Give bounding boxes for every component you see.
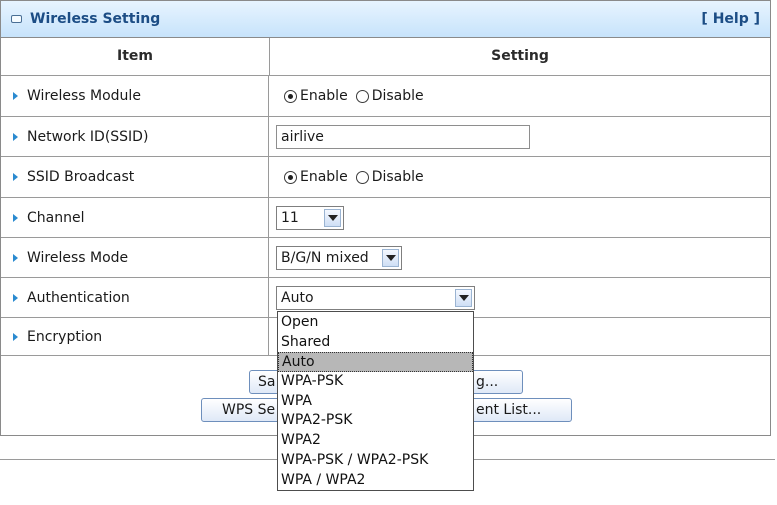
ssid-label-cell: Network ID(SSID) [1,117,269,156]
authentication-option[interactable]: Open [278,313,473,333]
bullet-arrow-icon [13,173,18,181]
column-headers: Item Setting [1,38,770,76]
authentication-dropdown-list[interactable]: Open Shared Auto WPA-PSK WPA WPA2-PSK WPA2 WPA-… [277,311,474,491]
ssid-setting: airlive [276,117,530,156]
authentication-option[interactable]: Shared [278,333,473,353]
radio-selected-dot [288,93,293,99]
channel-select[interactable]: 11 [276,205,344,230]
ssid-broadcast-disable-radio[interactable] [355,170,369,184]
wireless-mode-label: Wireless Mode [27,249,129,266]
wireless-module-label-cell: Wireless Module [1,76,269,116]
wireless-module-disable-label: Disable [371,88,424,104]
bullet-arrow-icon [13,293,18,302]
ssid-broadcast-setting: Enable Disable [276,157,424,197]
bullet-arrow-icon [13,332,18,341]
ssid-broadcast-disable-label: Disable [371,169,424,185]
authentication-label-cell: Authentication [1,278,269,317]
channel-setting: 11 [276,198,344,237]
wireless-module-label: Wireless Module [27,88,141,104]
title-wrap: Wireless Setting [11,11,160,27]
bullet-arrow-icon [13,213,18,222]
item-column-header: Item [1,38,270,75]
authentication-select[interactable]: Auto [276,285,475,310]
panel-title: Wireless Setting [30,11,161,27]
authentication-label: Authentication [27,289,130,306]
chevron-down-icon[interactable] [455,288,472,307]
ssid-broadcast-label: SSID Broadcast [27,169,135,185]
help-link[interactable]: [ Help ] [701,11,760,27]
authentication-value: Auto [281,289,314,306]
setting-column-header: Setting [491,48,549,64]
channel-label: Channel [27,209,85,226]
row-channel: Channel 11 [1,198,770,238]
radio-selected-dot [288,174,293,180]
wireless-mode-value: B/G/N mixed [281,249,369,266]
panel-header: Wireless Setting [ Help ] [1,1,770,38]
ssid-broadcast-enable-radio[interactable] [284,170,297,184]
encryption-label-cell: Encryption [1,318,269,355]
wireless-mode-select[interactable]: B/G/N mixed [276,245,402,270]
authentication-option[interactable]: Auto [278,352,473,373]
wireless-module-setting: Enable Disable [276,76,424,116]
authentication-option[interactable]: WPA-PSK [278,372,473,392]
channel-value: 11 [281,209,299,226]
bullet-arrow-icon [13,253,18,262]
ssid-label: Network ID(SSID) [27,128,149,145]
wireless-module-enable-label: Enable [300,88,348,104]
authentication-option[interactable]: WPA2-PSK [278,411,473,431]
bullet-arrow-icon [13,92,18,100]
wps-setting-button[interactable]: WPS Se [201,398,289,422]
wireless-mode-setting: B/G/N mixed [276,238,402,277]
panel-icon [11,15,22,23]
authentication-option[interactable]: WPA [278,392,473,412]
bullet-arrow-icon [13,132,18,141]
encryption-label: Encryption [27,328,103,345]
authentication-option[interactable]: WPA-PSK / WPA2-PSK [278,451,473,471]
ssid-input[interactable]: airlive [276,124,530,149]
wireless-module-disable-radio[interactable] [355,89,369,103]
ssid-broadcast-enable-label: Enable [300,169,348,185]
ssid-broadcast-label-cell: SSID Broadcast [1,157,269,197]
chevron-down-icon[interactable] [382,248,399,267]
row-ssid-broadcast: SSID Broadcast Enable Disable [1,157,770,198]
row-ssid: Network ID(SSID) airlive [1,117,770,157]
wireless-module-enable-radio[interactable] [284,89,297,103]
chevron-down-icon[interactable] [324,208,341,227]
authentication-option[interactable]: WPA2 [278,431,473,451]
row-wireless-mode: Wireless Mode B/G/N mixed [1,238,770,278]
ssid-value: airlive [281,128,324,145]
channel-label-cell: Channel [1,198,269,237]
wireless-mode-label-cell: Wireless Mode [1,238,269,277]
authentication-option[interactable]: WPA / WPA2 [278,471,473,491]
row-wireless-module: Wireless Module Enable Disable [1,76,770,117]
